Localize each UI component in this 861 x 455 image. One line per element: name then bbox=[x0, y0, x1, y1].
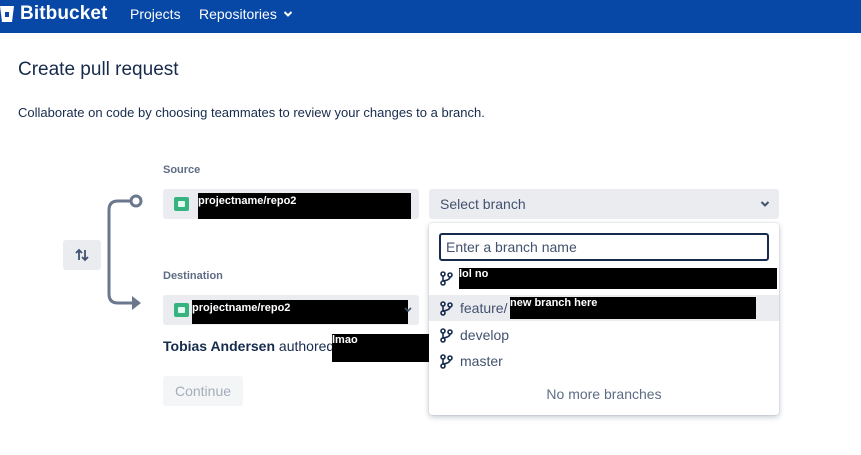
nav-projects[interactable]: Projects bbox=[130, 6, 181, 22]
branch-option-label: develop bbox=[460, 327, 510, 343]
source-label: Source bbox=[163, 164, 201, 176]
bitbucket-logo-icon bbox=[0, 6, 14, 22]
branch-option[interactable]: feature/ new branch here bbox=[429, 295, 779, 321]
brand-name: Bitbucket bbox=[20, 3, 108, 24]
branch-search-input[interactable] bbox=[439, 233, 769, 261]
chevron-down-icon bbox=[404, 307, 412, 313]
no-more-branches: No more branches bbox=[546, 386, 662, 402]
top-navigation-bar: Bitbucket Projects Repositories bbox=[0, 0, 861, 33]
chevron-down-icon bbox=[760, 201, 770, 207]
destination-repo-name: projectname/repo2 bbox=[192, 300, 408, 324]
branch-option-redacted: lol no bbox=[459, 268, 777, 289]
source-repo-name: projectname/repo2 bbox=[198, 193, 411, 219]
branch-option[interactable]: develop bbox=[429, 322, 779, 348]
nav-repositories[interactable]: Repositories bbox=[199, 6, 293, 22]
branch-option-redacted: new branch here bbox=[510, 297, 756, 319]
bitbucket-logo[interactable]: Bitbucket bbox=[0, 3, 107, 25]
page-subtitle: Collaborate on code by choosing teammate… bbox=[18, 105, 485, 120]
branch-option-label: master bbox=[460, 353, 503, 369]
branch-option[interactable]: lol no bbox=[429, 265, 779, 291]
branch-option-label: feature/ bbox=[460, 300, 508, 316]
continue-button[interactable]: Continue bbox=[163, 376, 243, 406]
swap-branches-button[interactable] bbox=[63, 240, 101, 270]
branch-icon bbox=[440, 271, 453, 286]
source-repo-select[interactable]: projectname/repo2 bbox=[163, 189, 419, 219]
branch-dropdown: lol no feature/ new branch here develop … bbox=[429, 223, 779, 415]
chevron-down-icon bbox=[283, 11, 293, 17]
source-destination-connector bbox=[107, 194, 143, 310]
destination-repo-select[interactable]: projectname/repo2 bbox=[163, 295, 419, 325]
repository-folder-icon bbox=[174, 197, 189, 211]
branch-icon bbox=[440, 328, 453, 343]
destination-label: Destination bbox=[163, 270, 223, 282]
branch-icon bbox=[440, 301, 453, 316]
source-branch-select[interactable]: Select branch bbox=[429, 189, 779, 219]
branch-option[interactable]: master bbox=[429, 348, 779, 374]
page-title: Create pull request bbox=[18, 59, 179, 80]
source-branch-placeholder: Select branch bbox=[440, 196, 526, 212]
author-redacted-text: lmao bbox=[332, 334, 432, 362]
repository-folder-icon bbox=[174, 303, 189, 317]
branch-icon bbox=[440, 354, 453, 369]
author-name: Tobias Andersen bbox=[163, 338, 276, 354]
swap-arrows-icon bbox=[75, 248, 89, 262]
nav-repositories-label: Repositories bbox=[199, 6, 277, 22]
author-verb: authored bbox=[278, 338, 335, 354]
commit-author-line: Tobias Andersen authored lmao bbox=[163, 334, 432, 362]
